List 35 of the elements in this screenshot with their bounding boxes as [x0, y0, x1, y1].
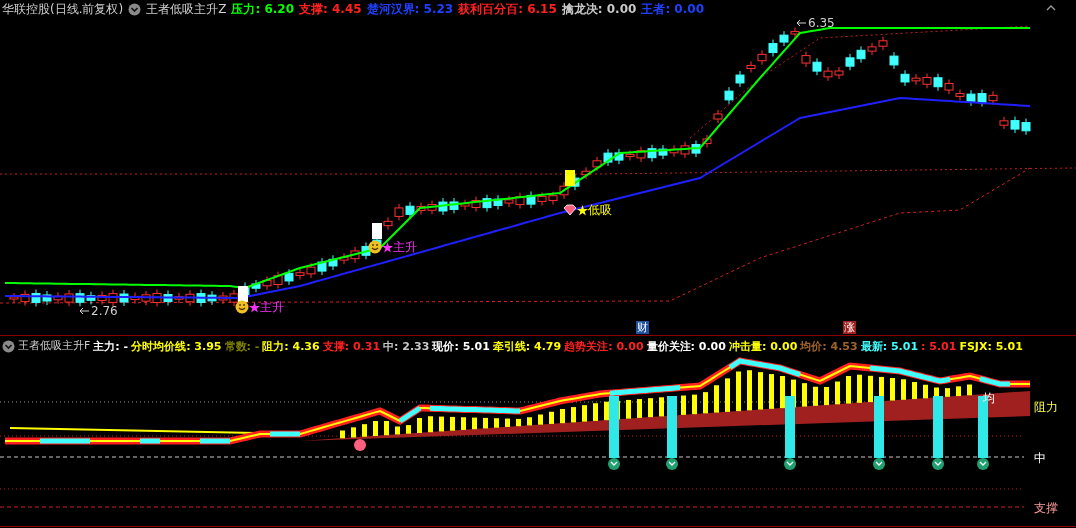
indicator-name: 王者低吸主升F	[18, 337, 91, 354]
price-label: 2.76	[91, 303, 118, 320]
signal-label: 主升	[260, 299, 284, 316]
legend-value: 中: 2.33	[383, 338, 430, 355]
legend-value: 均价: 4.53	[800, 338, 858, 355]
legend-value: 常数: -	[224, 338, 260, 355]
legend-value: : 5.01	[921, 338, 957, 355]
legend-value: 主力: -	[93, 338, 129, 355]
stock-name: 华联控股(日线.前复权)	[2, 1, 124, 18]
legend-value: 获利百分百: 6.15	[458, 0, 557, 18]
legend-value: 楚河汉界: 5.23	[366, 0, 454, 18]
legend-value: 分时均价线: 3.95	[131, 338, 222, 355]
legend-value: 王者: 0.00	[641, 0, 704, 18]
date-marker: 财	[636, 321, 649, 334]
level-label: 阻力	[1034, 399, 1058, 416]
indicator-name: 王者低吸主升Z	[146, 1, 227, 18]
legend-value: 阻力: 4.36	[262, 338, 320, 355]
legend-value: 现价: 5.01	[432, 338, 490, 355]
legend-value: 趋势关注: 0.00	[564, 338, 644, 355]
legend-value: 冲击量: 0.00	[728, 338, 798, 355]
level-label: 支撑	[1034, 500, 1058, 517]
legend-value: 牵引线: 4.79	[492, 338, 562, 355]
signal-label: 主升	[393, 239, 417, 256]
legend-value: 量价关注: 0.00	[646, 338, 726, 355]
legend-value: 支撑: 4.45	[299, 0, 362, 18]
date-marker: 涨	[843, 321, 856, 334]
legend-value: 擒龙决: 0.00	[561, 0, 637, 18]
legend-value: 支撑: 0.31	[322, 338, 381, 355]
level-label: 中	[1034, 450, 1046, 467]
price-label: 6.35	[808, 15, 835, 32]
signal-label: 低吸	[588, 202, 612, 219]
legend-value: FSJX: 5.01	[959, 338, 1023, 355]
average-marker: 均	[983, 390, 995, 407]
legend-value: 最新: 5.01	[860, 338, 919, 355]
legend-value: 压力: 6.20	[231, 0, 294, 18]
